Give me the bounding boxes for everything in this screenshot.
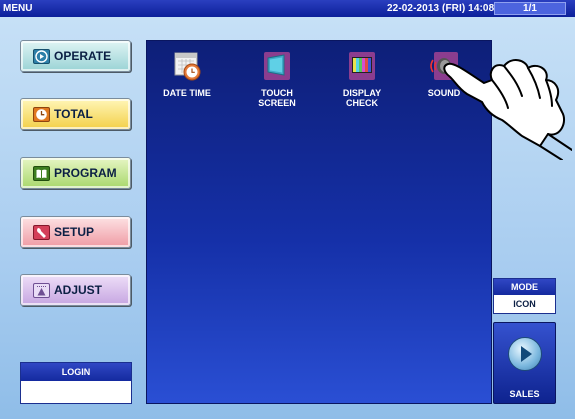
adjust-label: ADJUST bbox=[54, 283, 103, 297]
setup-label: SETUP bbox=[54, 225, 95, 239]
book-icon bbox=[33, 165, 50, 181]
operate-label: OPERATE bbox=[54, 49, 112, 63]
operate-button[interactable]: OPERATE bbox=[20, 40, 131, 72]
wrench-icon bbox=[33, 224, 50, 240]
sales-label: SALES bbox=[509, 389, 540, 399]
play-icon bbox=[33, 48, 50, 64]
clock-icon bbox=[33, 106, 50, 122]
date-time-display: 22-02-2013 (FRI) 14:08 bbox=[387, 3, 495, 14]
tile-display-check-label2: CHECK bbox=[345, 98, 378, 108]
page-indicator: 1/1 bbox=[494, 2, 566, 15]
tile-touch-screen-label: TOUCH bbox=[261, 88, 293, 98]
setup-button[interactable]: SETUP bbox=[20, 216, 131, 248]
program-label: PROGRAM bbox=[54, 166, 117, 180]
sales-button[interactable]: SALES bbox=[493, 322, 556, 404]
program-button[interactable]: PROGRAM bbox=[20, 157, 131, 189]
mode-box[interactable]: MODE ICON bbox=[493, 278, 556, 314]
tile-date-time[interactable]: DATE TIME bbox=[152, 43, 222, 98]
display-check-icon bbox=[346, 50, 378, 82]
tile-display-check[interactable]: DISPLAY CHECK bbox=[327, 43, 397, 108]
tile-date-time-label: DATE TIME bbox=[163, 88, 211, 98]
login-box[interactable]: LOGIN bbox=[20, 362, 132, 404]
screen-title: MENU bbox=[3, 3, 33, 14]
mode-value: ICON bbox=[513, 299, 536, 309]
tile-display-check-label: DISPLAY bbox=[342, 88, 382, 98]
title-bar: MENU 22-02-2013 (FRI) 14:08 1/1 bbox=[0, 0, 575, 17]
tile-touch-screen-label2: SCREEN bbox=[258, 98, 296, 108]
pointing-hand-icon bbox=[443, 59, 572, 160]
touch-screen-icon bbox=[261, 50, 293, 82]
tile-touch-screen[interactable]: TOUCH SCREEN bbox=[242, 43, 312, 108]
calendar-clock-icon bbox=[171, 50, 203, 82]
scale-icon bbox=[33, 282, 50, 298]
mode-label: MODE bbox=[494, 279, 555, 295]
total-button[interactable]: TOTAL bbox=[20, 98, 131, 130]
login-value bbox=[21, 381, 131, 403]
login-label: LOGIN bbox=[21, 363, 131, 381]
adjust-button[interactable]: ADJUST bbox=[20, 274, 131, 306]
sales-arrow-icon bbox=[508, 337, 542, 371]
total-label: TOTAL bbox=[54, 107, 93, 121]
